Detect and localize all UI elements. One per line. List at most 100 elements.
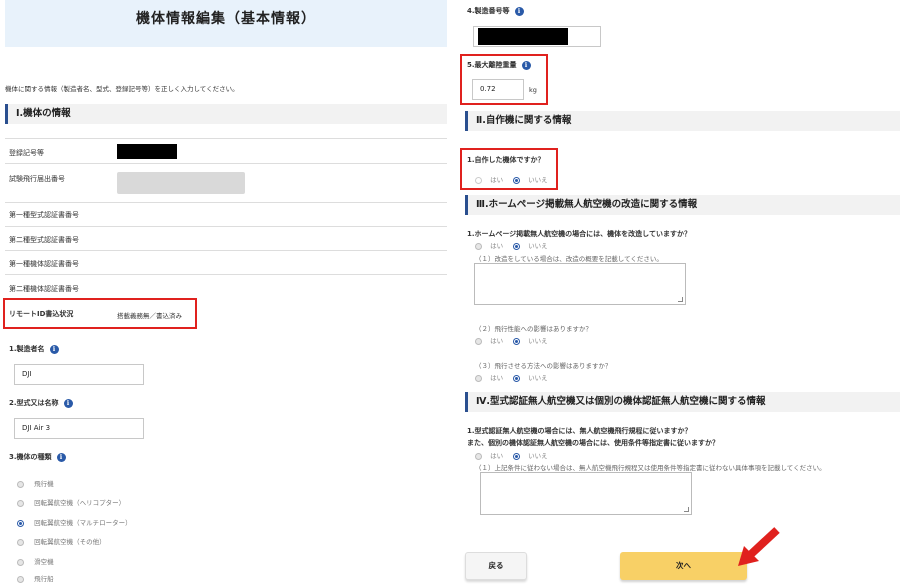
type-option-helicopter[interactable]: 回転翼航空機（ヘリコプター） (17, 497, 125, 507)
radio-selected-icon[interactable] (17, 519, 24, 527)
section-aircraft-info: Ⅰ.機体の情報 (5, 104, 447, 124)
radio-selected-icon[interactable] (513, 242, 520, 250)
homemade-option-yes[interactable]: はい (475, 174, 503, 184)
resize-handle-icon[interactable] (678, 297, 683, 302)
next-button-label: 次へ (676, 561, 691, 570)
radio-icon[interactable] (475, 337, 482, 345)
radio-selected-icon[interactable] (513, 176, 520, 184)
modification-note-1: （１）改造をしている場合は、改造の概要を記載してください。 (475, 255, 663, 263)
info-icon[interactable]: i (49, 344, 59, 354)
page-title: 機体情報編集（基本情報） (136, 11, 316, 27)
certified-textarea[interactable] (480, 472, 692, 515)
type-option-rotor-other[interactable]: 回転翼航空機（その他） (17, 536, 106, 546)
certified-question-1: 1.型式認証無人航空機の場合には、無人航空機飛行規程に従いますか？ (467, 427, 692, 435)
pointer-arrow-icon (738, 527, 780, 566)
modification-textarea[interactable] (474, 263, 686, 305)
model-input[interactable]: DJI Air 3 (14, 418, 144, 439)
radio-icon[interactable] (475, 452, 482, 460)
divider (5, 250, 447, 251)
aircraft-type-label-row: 3.機体の種類 i (9, 452, 66, 462)
divider (5, 163, 447, 164)
radio-icon[interactable] (17, 480, 24, 488)
flight-method-option-yes[interactable]: はい (475, 372, 503, 382)
radio-icon[interactable] (17, 575, 24, 583)
next-button[interactable]: 次へ (620, 552, 747, 580)
radio-selected-icon[interactable] (513, 337, 520, 345)
manufacturer-label-row: 1.製造者名 i (9, 344, 59, 354)
test-flight-number-field (117, 172, 245, 194)
section-title: Ⅰ.機体の情報 (16, 108, 71, 119)
option-label: いいえ (528, 242, 548, 250)
type-option-label: 飛行船 (34, 575, 54, 583)
manufacturer-input[interactable]: DJI (14, 364, 144, 385)
remote-id-status: 搭載義務無／書込済み (117, 312, 182, 320)
label-registration: 登録記号等 (9, 149, 44, 157)
model-label: 2.型式又は名称 (9, 399, 59, 407)
flight-performance-option-no[interactable]: いいえ (513, 335, 548, 345)
label-aircraft-cert-2: 第二種機体認証書番号 (9, 285, 79, 293)
type-option-label: 回転翼航空機（ヘリコプター） (34, 499, 126, 507)
page-header: 機体情報編集（基本情報） (5, 0, 447, 47)
type-option-glider[interactable]: 滑空機 (17, 556, 54, 566)
divider (5, 138, 447, 139)
modification-option-no[interactable]: いいえ (513, 240, 548, 250)
certified-option-yes[interactable]: はい (475, 450, 503, 460)
option-label: はい (490, 242, 504, 250)
type-option-label: 滑空機 (34, 558, 54, 566)
section-homemade: Ⅱ.自作機に関する情報 (465, 111, 900, 131)
section-title: Ⅳ.型式認証無人航空機又は個別の機体認証無人航空機に関する情報 (476, 396, 766, 407)
option-label: いいえ (528, 452, 548, 460)
manufacturer-label: 1.製造者名 (9, 345, 45, 353)
section-title: Ⅲ.ホームページ掲載無人航空機の改造に関する情報 (476, 199, 698, 210)
resize-handle-icon[interactable] (684, 507, 689, 512)
type-option-airplane[interactable]: 飛行機 (17, 478, 54, 488)
flight-method-option-no[interactable]: いいえ (513, 372, 548, 382)
info-icon[interactable]: i (56, 452, 66, 462)
radio-icon[interactable] (17, 558, 24, 566)
option-label: はい (490, 176, 504, 184)
option-label: はい (490, 374, 504, 382)
label-type-cert-1: 第一種型式認証書番号 (9, 211, 79, 219)
type-option-label: 回転翼航空機（その他） (34, 538, 106, 546)
back-button[interactable]: 戻る (465, 552, 527, 580)
flight-performance-option-yes[interactable]: はい (475, 335, 503, 345)
option-label: いいえ (528, 374, 548, 382)
label-aircraft-cert-1: 第一種機体認証書番号 (9, 260, 79, 268)
certified-option-no[interactable]: いいえ (513, 450, 548, 460)
divider (5, 226, 447, 227)
certified-question-2: また、個別の機体認証無人航空機の場合には、使用条件等指定書に従いますか？ (467, 439, 719, 447)
info-icon[interactable]: i (63, 398, 73, 408)
label-remote-id: リモートID書込状況 (9, 310, 74, 318)
section-certified-aircraft: Ⅳ.型式認証無人航空機又は個別の機体認証無人航空機に関する情報 (465, 392, 900, 412)
max-weight-input[interactable]: 0.72 (472, 79, 524, 100)
modification-option-yes[interactable]: はい (475, 240, 503, 250)
max-weight-label: 5.最大離陸重量 (467, 61, 517, 69)
homemade-option-no[interactable]: いいえ (513, 174, 548, 184)
label-test-flight-number: 試験飛行届出番号 (9, 175, 65, 183)
radio-icon[interactable] (475, 176, 482, 184)
option-label: はい (490, 452, 504, 460)
label-type-cert-2: 第二種型式認証書番号 (9, 236, 79, 244)
divider (5, 202, 447, 203)
intro-text: 機体に関する情報（製造者名、型式、登録記号等）を正しく入力してください。 (5, 85, 239, 93)
max-weight-label-row: 5.最大離陸重量 i (467, 60, 531, 70)
radio-icon[interactable] (17, 538, 24, 546)
radio-selected-icon[interactable] (513, 374, 520, 382)
serial-label: 4.製造番号等 (467, 7, 510, 15)
registration-value-redacted (117, 144, 177, 159)
radio-selected-icon[interactable] (513, 452, 520, 460)
info-icon[interactable]: i (521, 60, 531, 70)
radio-icon[interactable] (475, 242, 482, 250)
radio-icon[interactable] (17, 499, 24, 507)
type-option-label: 回転翼航空機（マルチローター） (34, 519, 132, 527)
max-weight-unit: kg (529, 86, 537, 94)
type-option-multirotor[interactable]: 回転翼航空機（マルチローター） (17, 517, 132, 527)
section-title: Ⅱ.自作機に関する情報 (476, 115, 572, 126)
radio-icon[interactable] (475, 374, 482, 382)
option-label: いいえ (528, 176, 548, 184)
type-option-label: 飛行機 (34, 480, 54, 488)
info-icon[interactable]: i (514, 6, 524, 16)
type-option-airship[interactable]: 飛行船 (17, 573, 54, 583)
homemade-question: 1.自作した機体ですか？ (467, 156, 545, 164)
back-button-label: 戻る (488, 561, 504, 570)
